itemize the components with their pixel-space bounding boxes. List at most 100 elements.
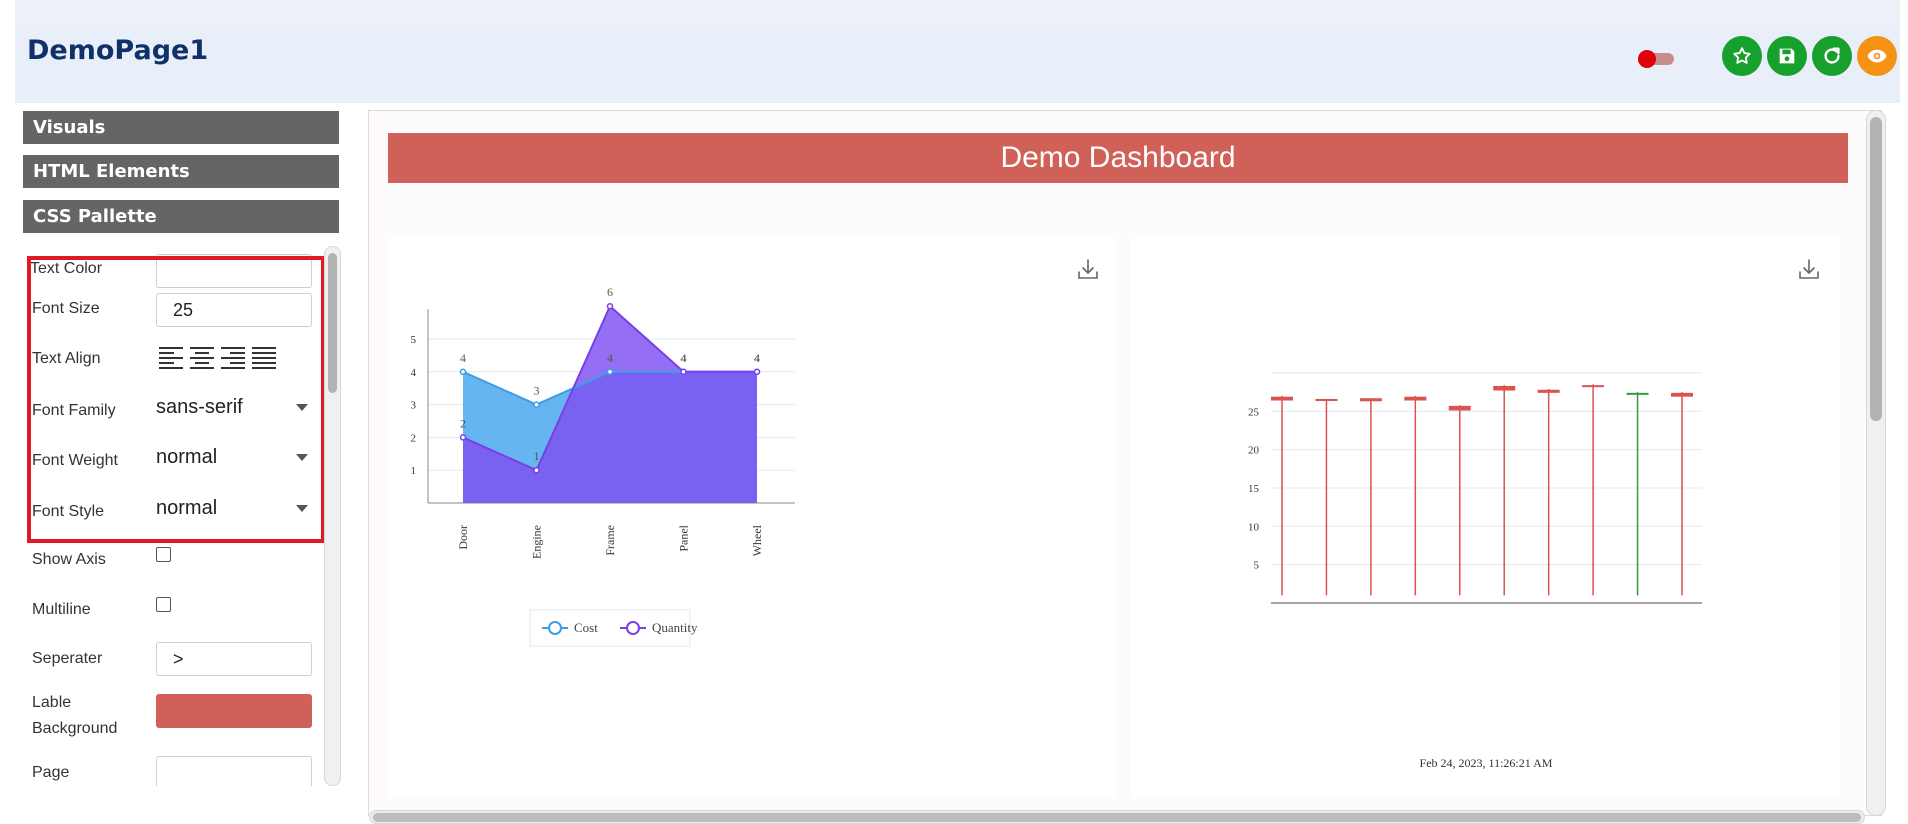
y-tick-label: 25 <box>1248 406 1260 418</box>
candle-body <box>1448 405 1471 411</box>
text-color-input[interactable] <box>156 254 312 288</box>
prop-multiline: Multiline <box>28 584 316 635</box>
y-tick-label: 10 <box>1248 521 1260 533</box>
y-tick-label: 4 <box>411 367 417 379</box>
refresh-button[interactable] <box>1812 36 1852 76</box>
candlestick <box>1359 398 1382 596</box>
legend-entry: Cost <box>574 620 598 635</box>
separator-input[interactable]: > <box>156 642 312 676</box>
y-tick-label: 1 <box>411 465 417 477</box>
align-justify-icon[interactable] <box>251 344 277 370</box>
candle-body <box>1359 398 1382 402</box>
x-tick-label: Door <box>456 525 470 550</box>
align-center-icon[interactable] <box>189 344 215 370</box>
prop-page: Page <box>28 750 316 786</box>
prop-label: Font Family <box>32 402 116 419</box>
header-bar <box>15 25 1900 103</box>
x-tick-label: Frame <box>603 525 617 556</box>
data-point <box>533 466 540 474</box>
prop-text-align: Text Align <box>28 332 316 385</box>
y-tick-label: 5 <box>1254 560 1260 572</box>
show-axis-checkbox[interactable] <box>156 547 171 562</box>
prop-font-style: Font Style normal <box>28 484 316 535</box>
section-css-pallette[interactable]: CSS Pallette <box>23 200 339 233</box>
data-label: 1 <box>534 449 540 463</box>
chevron-down-icon <box>296 454 308 461</box>
candlestick-chart: 5 10 15 20 25 Feb 24, 2023, 11:26:21 AM <box>1248 372 1702 770</box>
eye-icon <box>1867 49 1887 63</box>
legend-marker <box>548 621 562 635</box>
candle-body <box>1626 392 1649 395</box>
candle-body <box>1537 389 1560 393</box>
data-label: 4 <box>754 351 760 365</box>
legend-entry: Quantity <box>652 620 698 635</box>
label-background-color-swatch[interactable] <box>156 694 312 728</box>
align-left-icon[interactable] <box>158 344 184 370</box>
candle-body <box>1271 396 1293 401</box>
prop-label: Text Color <box>30 260 103 277</box>
section-visuals[interactable]: Visuals <box>23 111 339 144</box>
candlestick <box>1315 398 1338 596</box>
save-icon <box>1779 48 1795 64</box>
y-tick-label: 2 <box>411 432 417 444</box>
candlestick <box>1271 395 1293 596</box>
data-point <box>680 368 687 376</box>
prop-label: Page <box>32 764 70 781</box>
data-label: 4 <box>607 351 613 365</box>
scrollbar-thumb[interactable] <box>373 813 1861 822</box>
canvas-horizontal-scrollbar[interactable] <box>369 810 1865 824</box>
y-tick-label: 15 <box>1248 483 1260 495</box>
prop-label: Show Axis <box>32 551 106 568</box>
data-point <box>459 434 467 441</box>
scrollbar-thumb[interactable] <box>328 253 337 393</box>
font-family-select[interactable]: sans-serif <box>156 390 316 424</box>
candle-body <box>1315 398 1338 401</box>
data-point <box>753 368 761 376</box>
save-button[interactable] <box>1767 36 1807 76</box>
candlestick <box>1448 405 1471 596</box>
data-point <box>533 401 540 408</box>
prop-label: Font Style <box>32 503 105 520</box>
candle-body <box>1582 385 1605 388</box>
align-right-icon[interactable] <box>220 344 246 370</box>
y-tick-label: 5 <box>411 334 417 346</box>
candlestick <box>1582 384 1605 596</box>
data-point <box>606 302 614 310</box>
page-title: DemoPage1 <box>27 35 209 66</box>
candle-body <box>1404 396 1427 401</box>
x-tick-label: Engine <box>530 525 544 559</box>
edit-mode-toggle[interactable] <box>1638 50 1674 68</box>
prop-label: Seperater <box>32 650 103 667</box>
scrollbar-thumb[interactable] <box>1870 117 1882 421</box>
top-strip <box>15 0 1900 25</box>
prop-show-axis: Show Axis <box>28 534 316 585</box>
canvas-vertical-scrollbar[interactable] <box>1866 110 1886 816</box>
data-label: 3 <box>534 384 540 398</box>
refresh-icon <box>1824 47 1840 64</box>
area-chart: 12345434 4 42164 4Door Engine Frame Panel Wheel… <box>411 285 795 647</box>
prop-font-weight: Font Weight normal <box>28 434 316 485</box>
preview-button[interactable] <box>1857 36 1897 76</box>
candle-body <box>1493 385 1516 391</box>
font-weight-select[interactable]: normal <box>156 440 316 474</box>
page-input[interactable] <box>156 756 312 786</box>
data-label: 6 <box>607 285 613 299</box>
text-align-options <box>158 344 282 370</box>
x-tick-label: Panel <box>677 524 691 551</box>
legend-marker <box>626 621 640 635</box>
section-html-elements[interactable]: HTML Elements <box>23 155 339 188</box>
favorite-button[interactable] <box>1722 36 1762 76</box>
prop-label: Font Weight <box>32 452 118 469</box>
chevron-down-icon <box>296 404 308 411</box>
candle-body <box>1671 392 1693 397</box>
chart-legend: Cost Quantity <box>529 609 698 647</box>
font-style-select[interactable]: normal <box>156 491 316 525</box>
properties-scrollbar[interactable] <box>324 246 341 786</box>
chevron-down-icon <box>296 505 308 512</box>
multiline-checkbox[interactable] <box>156 597 171 612</box>
dashboard-title[interactable]: Demo Dashboard <box>388 133 1848 183</box>
font-size-input[interactable]: 25 <box>156 293 312 327</box>
prop-label: Lable <box>32 694 72 711</box>
candlestick <box>1404 395 1427 596</box>
star-icon <box>1733 47 1751 64</box>
